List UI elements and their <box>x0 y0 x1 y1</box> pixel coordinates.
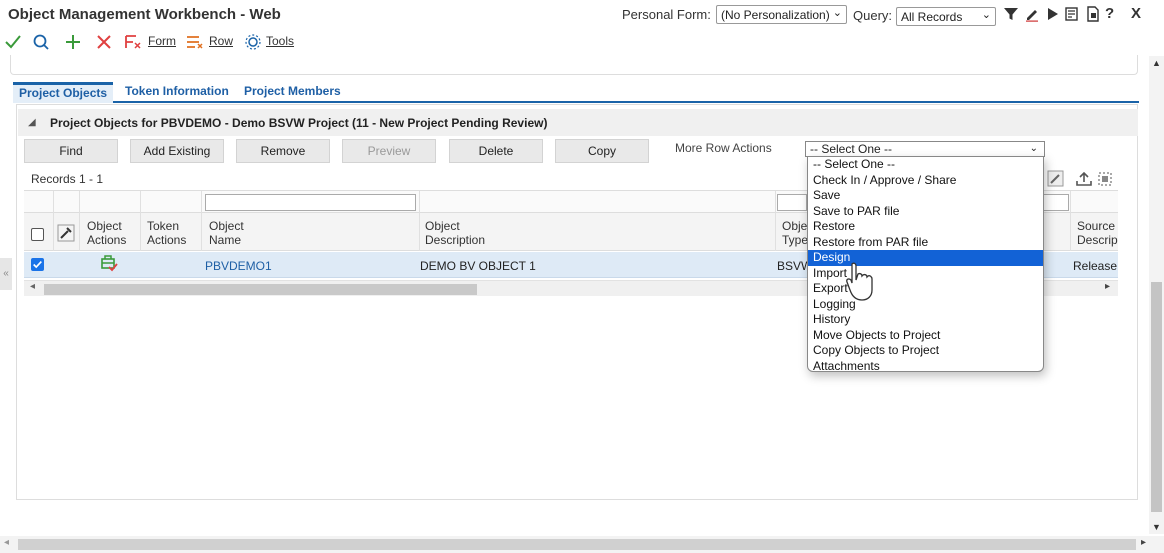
play-icon[interactable] <box>1045 6 1061 22</box>
ok-check-icon[interactable] <box>4 33 22 51</box>
grid-edit-icon[interactable] <box>1047 170 1065 188</box>
row-checkbox[interactable] <box>31 258 44 271</box>
col-object-name[interactable]: Object Name <box>209 219 244 247</box>
scroll-down-icon[interactable]: ▼ <box>1152 522 1161 532</box>
notes-icon[interactable] <box>1064 6 1080 22</box>
scroll-thumb[interactable] <box>18 539 1136 550</box>
tab-project-members[interactable]: Project Members <box>238 82 347 103</box>
object-checkout-icon[interactable] <box>99 255 119 273</box>
toolbar-divider <box>10 55 1138 75</box>
page-horizontal-scrollbar[interactable]: ◂ ▸ <box>0 536 1164 553</box>
option-import[interactable]: Import <box>808 266 1043 282</box>
cell-object-name[interactable]: PBVDEMO1 <box>205 259 272 273</box>
query-select[interactable]: All Records ⌄ <box>896 7 996 26</box>
expand-grid-icon[interactable] <box>1096 170 1114 188</box>
hand-cursor-icon <box>846 262 873 301</box>
select-all-checkbox[interactable] <box>31 228 44 241</box>
document-icon[interactable] <box>1085 6 1101 22</box>
col-object-actions[interactable]: Object Actions <box>87 219 126 247</box>
option-logging[interactable]: Logging <box>808 297 1043 313</box>
object-type-filter-input[interactable] <box>777 194 807 211</box>
collapse-left-icon[interactable]: « <box>0 258 12 290</box>
remove-button[interactable]: Remove <box>236 139 330 163</box>
title-bar: Object Management Workbench - Web Person… <box>0 0 1164 30</box>
option-copy-objects[interactable]: Copy Objects to Project <box>808 343 1043 359</box>
query-value: All Records <box>901 10 963 24</box>
col-source-description[interactable]: Source Descrip <box>1077 219 1118 247</box>
option-save[interactable]: Save <box>808 188 1043 204</box>
option-move-objects[interactable]: Move Objects to Project <box>808 328 1043 344</box>
query-label: Query: <box>853 8 893 23</box>
col-token-actions[interactable]: Token Actions <box>147 219 186 247</box>
more-row-actions-dropdown: -- Select One -- Check In / Approve / Sh… <box>807 156 1044 375</box>
scroll-right-icon[interactable]: ▸ <box>1141 537 1146 548</box>
option-save-to-par[interactable]: Save to PAR file <box>808 204 1043 220</box>
option-export[interactable]: Export <box>808 281 1043 297</box>
edit-pencil-icon[interactable] <box>1024 6 1040 22</box>
app-title: Object Management Workbench - Web <box>8 6 281 23</box>
option-select-one[interactable]: -- Select One -- <box>808 157 1043 173</box>
chevron-down-icon: ⌄ <box>981 9 991 21</box>
form-icon <box>125 35 141 49</box>
export-upload-icon[interactable] <box>1075 170 1093 188</box>
tools-menu[interactable]: Tools <box>266 34 294 48</box>
add-icon[interactable] <box>64 33 82 51</box>
more-row-actions-value: -- Select One -- <box>810 142 893 156</box>
more-row-actions-label: More Row Actions <box>675 141 772 155</box>
search-icon[interactable] <box>32 33 50 51</box>
personal-form-label: Personal Form: <box>622 7 711 22</box>
scroll-left-icon[interactable]: ◂ <box>4 537 9 548</box>
preview-button: Preview <box>342 139 436 163</box>
option-design[interactable]: Design <box>808 250 1043 266</box>
option-attachments[interactable]: Attachments <box>808 359 1043 375</box>
option-restore[interactable]: Restore <box>808 219 1043 235</box>
panel-title: Project Objects for PBVDEMO - Demo BSVW … <box>50 116 548 130</box>
collapse-triangle-icon[interactable]: ◢ <box>28 117 36 128</box>
cancel-x-icon[interactable] <box>95 33 113 51</box>
filter-input[interactable] <box>1043 194 1069 211</box>
scroll-left-icon[interactable]: ◂ <box>30 281 35 292</box>
cell-object-description: DEMO BV OBJECT 1 <box>420 259 536 273</box>
personal-form-value: (No Personalization) <box>721 8 830 22</box>
col-object-type[interactable]: Obje Type <box>782 219 808 247</box>
panel-header[interactable]: ◢ Project Objects for PBVDEMO - Demo BSV… <box>18 109 1138 136</box>
more-row-actions-select[interactable]: -- Select One -- ⌄ <box>805 141 1045 157</box>
toolbar: Form Row Tools <box>0 30 1164 56</box>
chevron-down-icon: ⌄ <box>1029 143 1038 154</box>
tab-token-information[interactable]: Token Information <box>119 82 235 103</box>
chevron-down-icon: ⌄ <box>832 7 842 19</box>
personal-form-select[interactable]: (No Personalization) ⌄ <box>716 5 847 24</box>
tab-bar: Project Objects Token Information Projec… <box>13 82 1139 103</box>
form-menu[interactable]: Form <box>148 34 176 48</box>
filter-icon[interactable] <box>1003 6 1019 22</box>
scroll-thumb[interactable] <box>44 284 477 295</box>
cell-source-description: Release <box>1073 259 1118 273</box>
option-restore-from-par[interactable]: Restore from PAR file <box>808 235 1043 251</box>
gear-icon <box>245 34 261 50</box>
row-icon <box>187 36 203 49</box>
find-button[interactable]: Find <box>24 139 118 163</box>
copy-button[interactable]: Copy <box>555 139 649 163</box>
delete-button[interactable]: Delete <box>449 139 543 163</box>
option-check-in[interactable]: Check In / Approve / Share <box>808 173 1043 189</box>
scroll-up-icon[interactable]: ▲ <box>1152 58 1161 68</box>
object-name-filter-input[interactable] <box>205 194 416 211</box>
add-existing-button[interactable]: Add Existing <box>130 139 224 163</box>
wrench-icon[interactable] <box>57 224 75 242</box>
close-button[interactable]: X <box>1131 5 1141 22</box>
row-menu[interactable]: Row <box>209 34 233 48</box>
records-count: Records 1 - 1 <box>31 172 104 186</box>
page-vertical-scrollbar[interactable]: ▲ ▼ <box>1149 56 1164 534</box>
help-button[interactable]: ? <box>1105 5 1114 22</box>
col-object-description[interactable]: Object Description <box>425 219 485 247</box>
scroll-thumb[interactable] <box>1151 282 1162 512</box>
scroll-right-icon[interactable]: ▸ <box>1105 281 1110 292</box>
tab-project-objects[interactable]: Project Objects <box>13 82 114 103</box>
option-history[interactable]: History <box>808 312 1043 328</box>
